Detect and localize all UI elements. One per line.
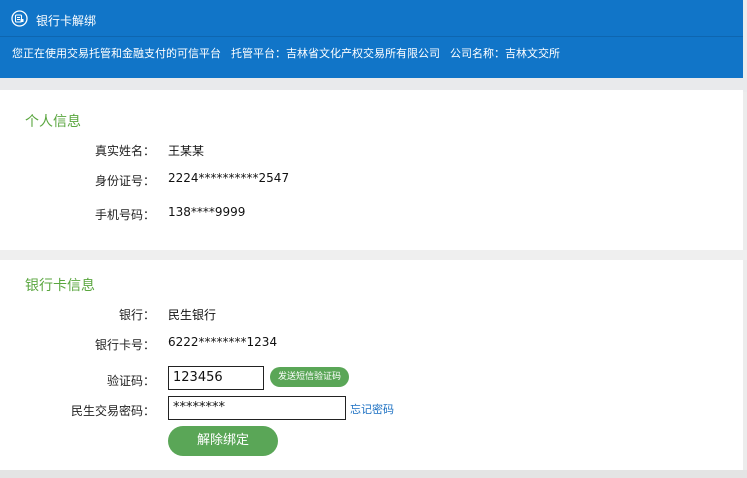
bank-card-panel <box>0 260 743 470</box>
trade-password-label: 民生交易密码： <box>70 404 155 418</box>
phone-value: 138****9999 <box>168 205 246 219</box>
bank-card-icon <box>11 10 28 27</box>
platform-description: 您正在使用交易托管和金融支付的可信平台 <box>12 47 221 60</box>
page-title: 银行卡解绑 <box>36 14 97 28</box>
id-number-label: 身份证号： <box>94 174 155 188</box>
phone-label: 手机号码： <box>94 208 155 222</box>
personal-info-panel <box>0 90 743 250</box>
card-number-value: 6222********1234 <box>168 335 278 349</box>
trade-password-input[interactable]: ******** <box>168 396 346 420</box>
custody-platform: 托管平台：吉林省文化产权交易所有限公司 <box>231 47 440 60</box>
real-name-label: 真实姓名： <box>94 144 155 158</box>
bank-card-info-title: 银行卡信息 <box>25 278 95 294</box>
id-number-value: 2224**********2547 <box>168 171 290 185</box>
card-number-label: 银行卡号： <box>94 338 155 352</box>
send-sms-code-button[interactable]: 发送短信验证码 <box>270 367 349 387</box>
title-bar: 银行卡解绑 <box>0 0 743 37</box>
verification-code-input[interactable]: 123456 <box>168 366 264 390</box>
forgot-password-link[interactable]: 忘记密码 <box>350 401 394 417</box>
unbind-button[interactable]: 解除绑定 <box>168 426 278 456</box>
header-bar: 银行卡解绑 您正在使用交易托管和金融支付的可信平台 托管平台：吉林省文化产权交易… <box>0 0 743 78</box>
bank-value: 民生银行 <box>168 308 217 322</box>
bank-label: 银行： <box>118 308 155 322</box>
personal-info-title: 个人信息 <box>25 114 81 130</box>
company-name: 公司名称：吉林文交所 <box>450 47 560 60</box>
real-name-value: 王某某 <box>168 144 205 158</box>
bottom-strip <box>0 470 747 478</box>
verification-code-label: 验证码： <box>106 374 155 388</box>
section-divider <box>0 250 747 260</box>
